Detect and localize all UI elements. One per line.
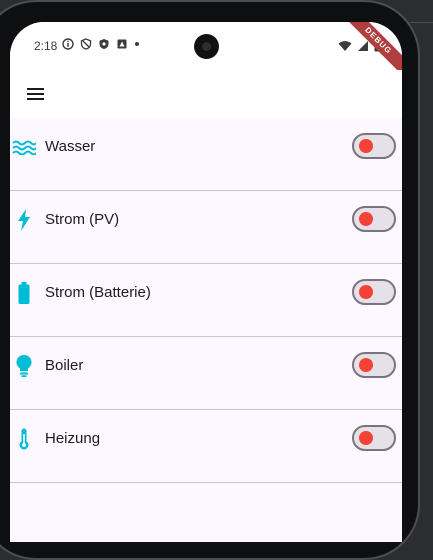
- app-bar: [10, 70, 402, 118]
- notification-icons: [62, 38, 140, 50]
- lightbulb-icon: [12, 351, 36, 381]
- switch-thumb: [359, 212, 373, 226]
- list-item-label: Strom (Batterie): [45, 284, 151, 301]
- toggle-switch[interactable]: [352, 279, 396, 305]
- app-notification-icon: [117, 39, 127, 49]
- status-bar: 2:18 DEBUG: [10, 22, 402, 82]
- list-item-label: Heizung: [45, 430, 101, 447]
- toggle-switch[interactable]: [352, 352, 396, 378]
- list-item-boiler[interactable]: Boiler: [10, 337, 402, 410]
- device-list: Wasser Strom (PV) Strom (Batterie) Boile…: [10, 118, 402, 483]
- list-item-label: Boiler: [45, 357, 84, 374]
- toggle-switch[interactable]: [352, 206, 396, 232]
- wifi-icon: [338, 40, 352, 51]
- switch-thumb: [359, 139, 373, 153]
- phone-screen: 2:18 DEBUG Wasser Strom (PV) Strom (Batt…: [10, 22, 402, 542]
- blocked-shield-icon: [80, 38, 92, 50]
- dot-icon: [135, 42, 139, 46]
- front-camera: [194, 34, 219, 59]
- phone-frame: 2:18 DEBUG Wasser Strom (PV) Strom (Batt…: [0, 0, 420, 560]
- info-icon: [62, 38, 74, 50]
- switch-thumb: [359, 431, 373, 445]
- ide-divider: [410, 22, 433, 23]
- list-item-label: Strom (PV): [45, 211, 120, 228]
- signal-icon: [358, 40, 368, 51]
- battery-icon: [12, 278, 36, 308]
- status-time: 2:18: [34, 39, 58, 53]
- list-item-heizung[interactable]: Heizung: [10, 410, 402, 483]
- shield-icon: [99, 39, 109, 49]
- list-item-strom-batterie[interactable]: Strom (Batterie): [10, 264, 402, 337]
- toggle-switch[interactable]: [352, 133, 396, 159]
- thermometer-icon: [12, 424, 36, 454]
- menu-button[interactable]: [24, 82, 48, 106]
- toggle-switch[interactable]: [352, 425, 396, 451]
- hamburger-menu-icon: [27, 88, 44, 100]
- switch-thumb: [359, 285, 373, 299]
- list-item-label: Wasser: [45, 138, 96, 155]
- list-item-wasser[interactable]: Wasser: [10, 118, 402, 191]
- list-item-strom-pv[interactable]: Strom (PV): [10, 191, 402, 264]
- water-waves-icon: [12, 132, 36, 162]
- switch-thumb: [359, 358, 373, 372]
- lightning-bolt-icon: [12, 205, 36, 235]
